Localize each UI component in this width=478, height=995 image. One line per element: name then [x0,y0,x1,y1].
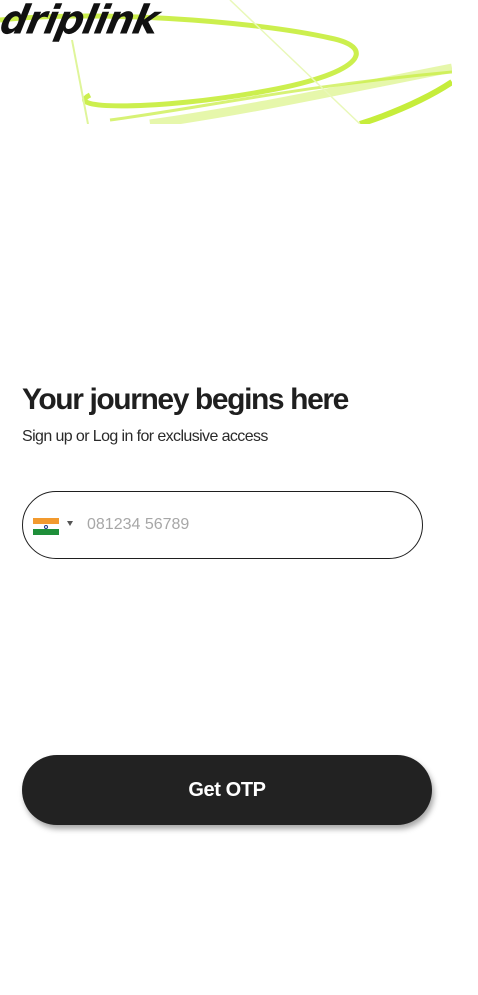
country-code-dropdown[interactable] [33,516,77,536]
page-subtitle: Sign up or Log in for exclusive access [22,428,268,445]
phone-field [22,491,423,559]
hero-banner: driplink [0,0,452,124]
dropdown-caret-icon [67,521,73,526]
page-title: Your journey begins here [22,383,349,416]
get-otp-button[interactable]: Get OTP [22,755,432,825]
india-flag-icon [33,518,59,535]
driplink-logo: driplink [0,0,198,43]
logo-wordmark: driplink [0,0,163,44]
phone-number-input[interactable] [87,510,407,540]
